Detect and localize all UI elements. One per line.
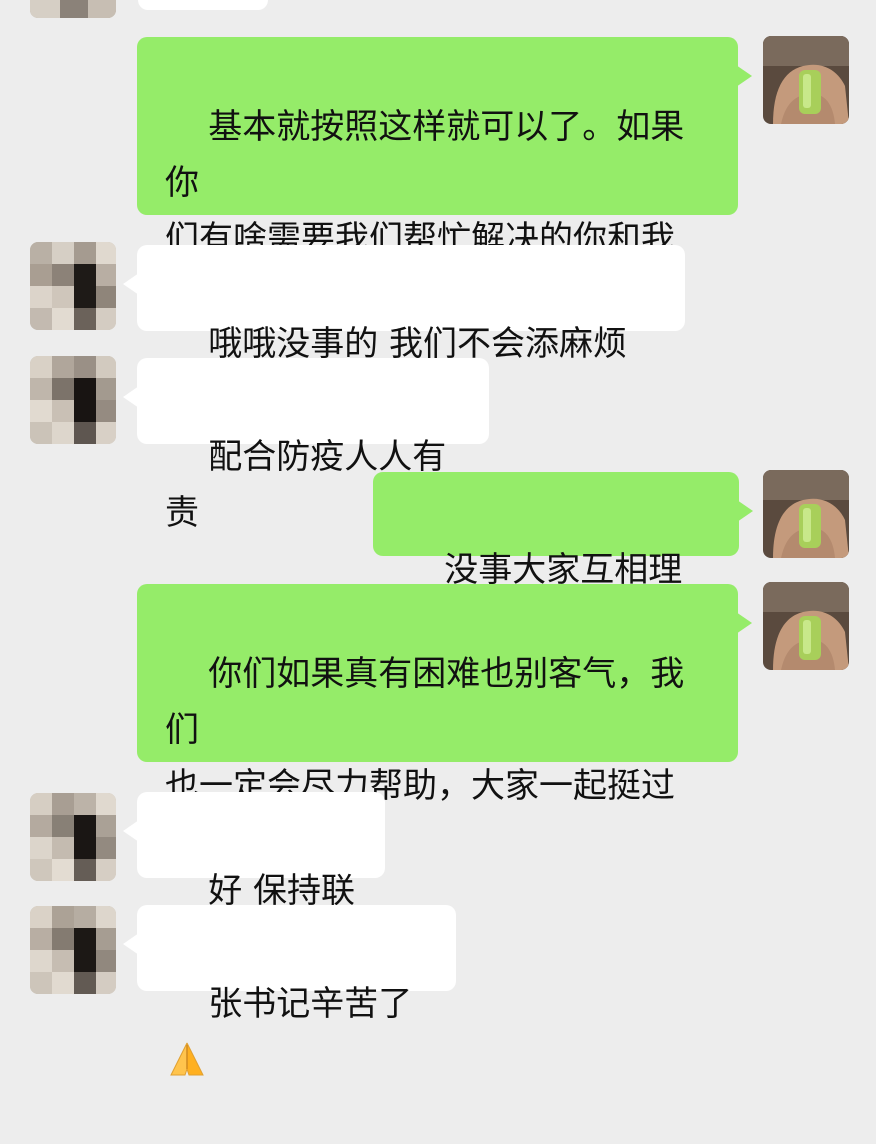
outgoing-message-bubble[interactable]: 没事大家互相理解。 <box>373 472 753 646</box>
hand-holding-jade-avatar-image <box>763 470 849 558</box>
folded-hands-emoji <box>167 1039 207 1079</box>
incoming-message-bubble[interactable]: 配合防疫人人有责 <box>123 358 489 533</box>
hand-holding-jade-avatar-image <box>763 582 849 670</box>
contact-avatar[interactable] <box>30 0 116 18</box>
contact-avatar[interactable] <box>30 793 116 881</box>
self-avatar[interactable] <box>763 36 849 124</box>
pixelated-avatar-image <box>30 356 116 444</box>
self-avatar[interactable] <box>763 470 849 558</box>
message-text: 张书记辛苦了 <box>208 984 413 1024</box>
pixelated-avatar-image <box>30 242 116 330</box>
pixelated-avatar-image <box>30 0 116 18</box>
chat-conversation: 基本就按照这样就可以了。如果你 们有啥需要我们帮忙解决的你和我 说我们尽量帮你们… <box>0 0 876 1076</box>
hand-holding-jade-avatar-image <box>763 36 849 124</box>
pixelated-avatar-image <box>30 793 116 881</box>
contact-avatar[interactable] <box>30 906 116 994</box>
pixelated-avatar-image <box>30 906 116 994</box>
incoming-message-bubble[interactable]: 哦哦没事的 我们不会添麻烦的 <box>123 245 685 420</box>
previous-message-bubble[interactable] <box>138 0 268 10</box>
incoming-message-bubble[interactable]: 张书记辛苦了 <box>123 905 456 1076</box>
self-avatar[interactable] <box>763 582 849 670</box>
contact-avatar[interactable] <box>30 242 116 330</box>
outgoing-message-bubble[interactable]: 你们如果真有困难也别客气，我们 也一定会尽力帮助，大家一起挺过 去的 <box>137 584 752 862</box>
contact-avatar[interactable] <box>30 356 116 444</box>
incoming-message-bubble[interactable]: 好 保持联系 <box>123 792 385 967</box>
outgoing-message-bubble[interactable]: 基本就按照这样就可以了。如果你 们有啥需要我们帮忙解决的你和我 说我们尽量帮你们… <box>137 37 752 315</box>
